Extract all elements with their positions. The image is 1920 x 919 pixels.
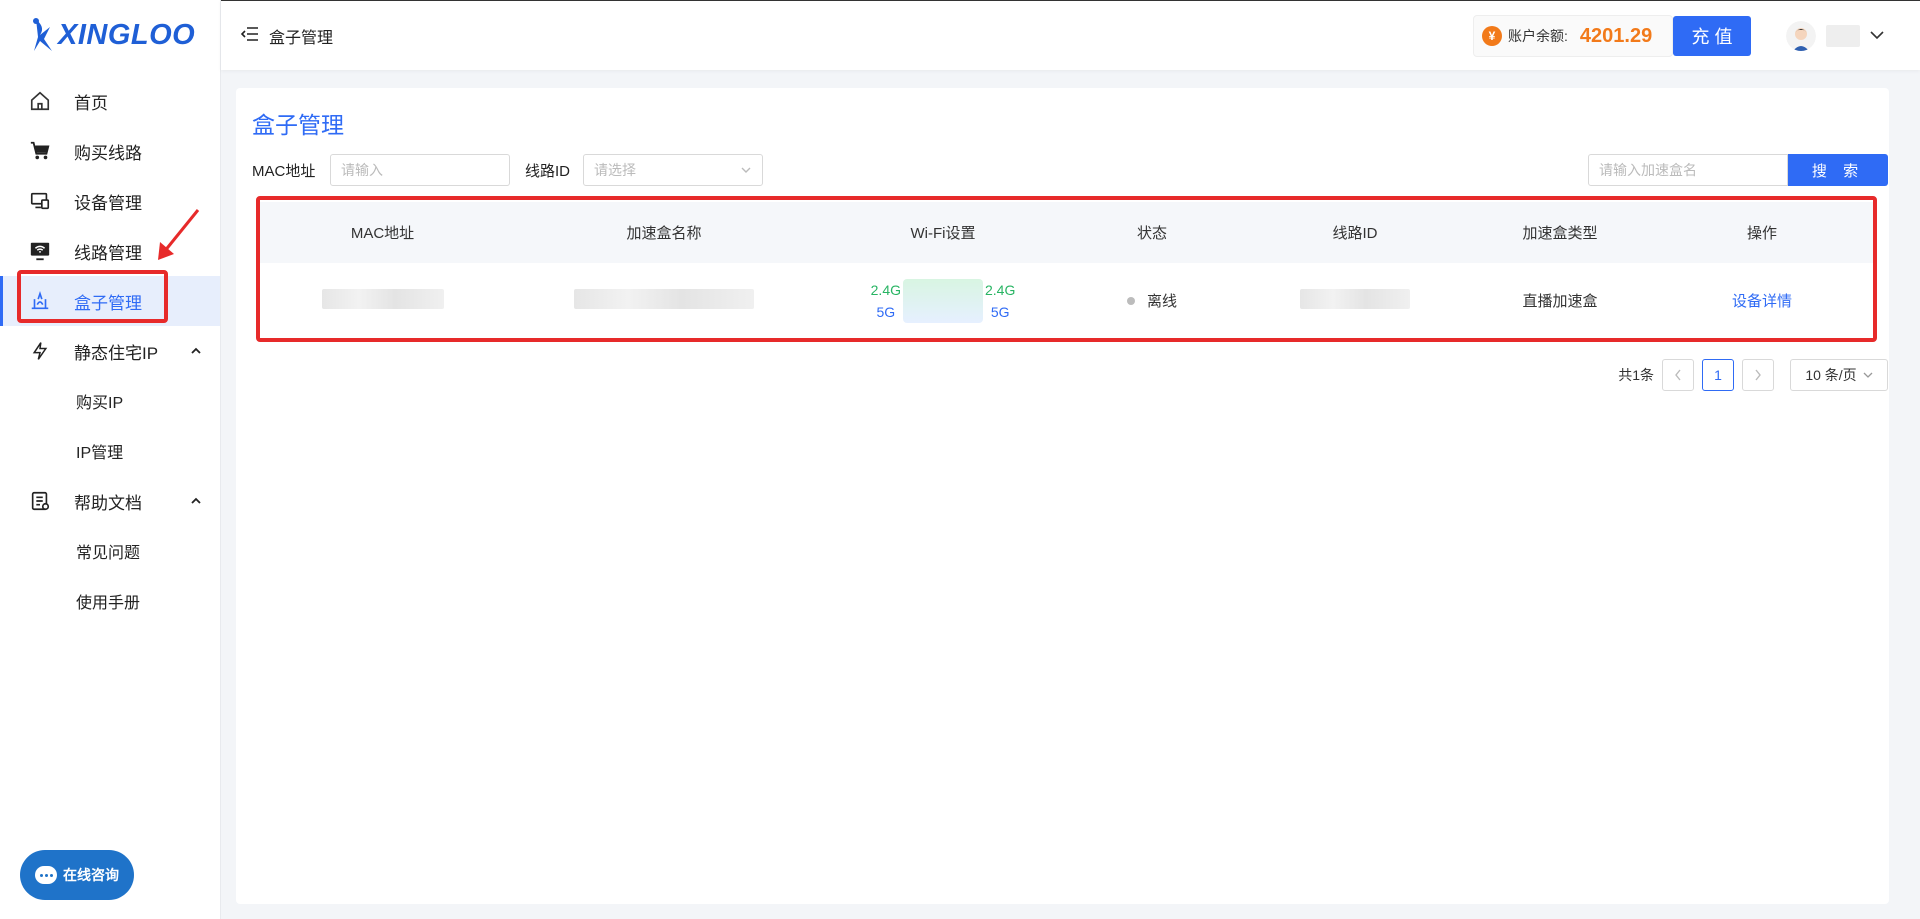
cell-status: 离线 <box>1063 290 1241 311</box>
device-detail-link[interactable]: 设备详情 <box>1732 293 1792 310</box>
wifi-24g-label: 2.4G <box>870 281 901 298</box>
chat-label: 在线咨询 <box>63 867 119 883</box>
lightning-icon <box>28 339 52 363</box>
pagination-total: 共1条 <box>1618 367 1654 383</box>
sidebar-subitem-faq[interactable]: 常见问题 <box>0 526 220 576</box>
chat-bubble-icon <box>35 866 57 884</box>
sidebar-subitem-manual[interactable]: 使用手册 <box>0 576 220 626</box>
name-blurred <box>574 288 754 309</box>
monitor-icon <box>28 239 52 263</box>
page-size-select[interactable]: 10 条/页 <box>1790 359 1888 391</box>
sidebar-item-label: 首页 <box>74 93 108 113</box>
sidebar-item-help[interactable]: 帮助文档 <box>0 476 220 526</box>
page-number-button[interactable]: 1 <box>1702 359 1734 391</box>
cell-action: 设备详情 <box>1651 290 1873 311</box>
line-filter-select[interactable]: 请选择 <box>583 154 763 186</box>
router-icon <box>28 289 52 313</box>
sidebar-item-box[interactable]: 盒子管理 <box>0 276 220 326</box>
line-filter-placeholder: 请选择 <box>594 162 636 178</box>
online-chat-button[interactable]: 在线咨询 <box>20 850 134 900</box>
table-row: 2.4G 5G 2.4G 5G 离线 直播加速盒 设备详情 <box>260 263 1873 339</box>
mac-filter-input[interactable]: 请输入 <box>330 154 510 186</box>
sidebar-subitem-ip-manage[interactable]: IP管理 <box>0 426 220 476</box>
chevron-down-icon[interactable] <box>1870 27 1884 45</box>
col-header-wifi: Wi-Fi设置 <box>910 225 976 242</box>
top-header: 盒子管理 ¥ 账户余额: 4201.29 充 值 <box>221 0 1920 70</box>
sidebar-subitem-buy-ip[interactable]: 购买IP <box>0 376 220 426</box>
wifi-5g-label: 5G <box>876 303 896 320</box>
page-size-value: 10 条/页 <box>1805 367 1857 383</box>
col-header-type: 加速盒类型 <box>1522 225 1598 242</box>
sidebar-item-buy-line[interactable]: 购买线路 <box>0 126 220 176</box>
wifi-ssid-blurred <box>903 278 983 323</box>
chevron-right-icon <box>1755 369 1761 381</box>
page-title: 盒子管理 <box>252 112 344 138</box>
mac-filter-label: MAC地址 <box>252 163 316 180</box>
sidebar-item-label: 盒子管理 <box>74 293 142 313</box>
brand-logo[interactable]: XINGLOO <box>0 0 220 70</box>
status-text: 离线 <box>1146 293 1177 310</box>
chevron-down-icon <box>740 163 752 179</box>
search-button[interactable]: 搜 索 <box>1788 154 1888 186</box>
col-header-line-id: 线路ID <box>1332 225 1378 242</box>
sidebar-item-label: 设备管理 <box>74 193 142 213</box>
box-name-placeholder: 请输入加速盒名 <box>1599 162 1697 178</box>
col-header-action: 操作 <box>1746 225 1777 242</box>
chevron-up-icon[interactable] <box>191 494 201 508</box>
pagination: 共1条 1 10 条/页 <box>1618 359 1888 391</box>
balance-value: 4201.29 <box>1579 24 1653 47</box>
sidebar-item-home[interactable]: 首页 <box>0 76 220 126</box>
table-header: MAC地址 加速盒名称 Wi-Fi设置 状态 线路ID 加速盒类型 操作 <box>260 202 1873 263</box>
offline-dot-icon <box>1126 296 1135 305</box>
username-blurred <box>1826 25 1860 47</box>
box-name-search-input[interactable]: 请输入加速盒名 <box>1588 154 1788 186</box>
doc-icon <box>28 489 52 513</box>
device-icon <box>28 189 52 213</box>
col-header-mac: MAC地址 <box>350 225 415 242</box>
chevron-left-icon <box>1675 369 1681 381</box>
cart-icon <box>28 139 52 163</box>
home-icon <box>28 89 52 113</box>
user-menu[interactable] <box>1786 21 1884 51</box>
sidebar-item-label: 购买线路 <box>74 143 142 163</box>
cell-name <box>505 288 823 313</box>
sidebar-item-label: 线路管理 <box>74 243 142 263</box>
box-table: MAC地址 加速盒名称 Wi-Fi设置 状态 线路ID 加速盒类型 操作 2.4… <box>260 202 1873 339</box>
sidebar-item-label: 静态住宅IP <box>74 343 159 363</box>
mac-blurred <box>321 288 444 309</box>
next-page-button[interactable] <box>1742 359 1774 391</box>
cell-line-id <box>1241 288 1469 313</box>
line-filter-label: 线路ID <box>525 163 571 180</box>
yen-coin-icon: ¥ <box>1482 26 1502 46</box>
sidebar-item-label: 帮助文档 <box>74 493 142 513</box>
table-body: 2.4G 5G 2.4G 5G 离线 直播加速盒 设备详情 <box>260 263 1873 339</box>
wifi-24g-label-right: 2.4G <box>985 281 1016 298</box>
col-header-status: 状态 <box>1136 225 1167 242</box>
breadcrumb-current: 盒子管理 <box>269 30 334 47</box>
col-header-name: 加速盒名称 <box>626 225 702 242</box>
recharge-button[interactable]: 充 值 <box>1673 16 1751 56</box>
account-balance: ¥ 账户余额: 4201.29 <box>1473 15 1673 57</box>
balance-label: 账户余额: <box>1508 28 1568 44</box>
breadcrumb: 盒子管理 <box>240 24 334 48</box>
menu-fold-icon[interactable] <box>240 26 259 47</box>
brand-mark-icon <box>33 18 52 51</box>
avatar <box>1786 21 1816 51</box>
wifi-5g-label-right: 5G <box>990 303 1010 320</box>
sidebar: XINGLOO 首页 购买线路 设备管理 线路管理 盒子管理 静态住宅IP 购买… <box>0 0 221 919</box>
cell-wifi: 2.4G 5G 2.4G 5G <box>823 278 1063 323</box>
content-card: 盒子管理 MAC地址 请输入 线路ID 请选择 请输入加速盒名 搜 索 MAC地… <box>236 88 1889 904</box>
sidebar-item-static-ip[interactable]: 静态住宅IP <box>0 326 220 376</box>
cell-type: 直播加速盒 <box>1522 293 1598 310</box>
cell-mac <box>260 288 505 313</box>
chevron-up-icon[interactable] <box>191 344 201 358</box>
brand-name: XINGLOO <box>58 18 196 51</box>
chevron-down-icon <box>1863 372 1873 378</box>
annotation-arrow-icon <box>158 209 200 260</box>
prev-page-button[interactable] <box>1662 359 1694 391</box>
line-id-blurred <box>1300 288 1410 309</box>
mac-filter-placeholder: 请输入 <box>341 162 383 178</box>
